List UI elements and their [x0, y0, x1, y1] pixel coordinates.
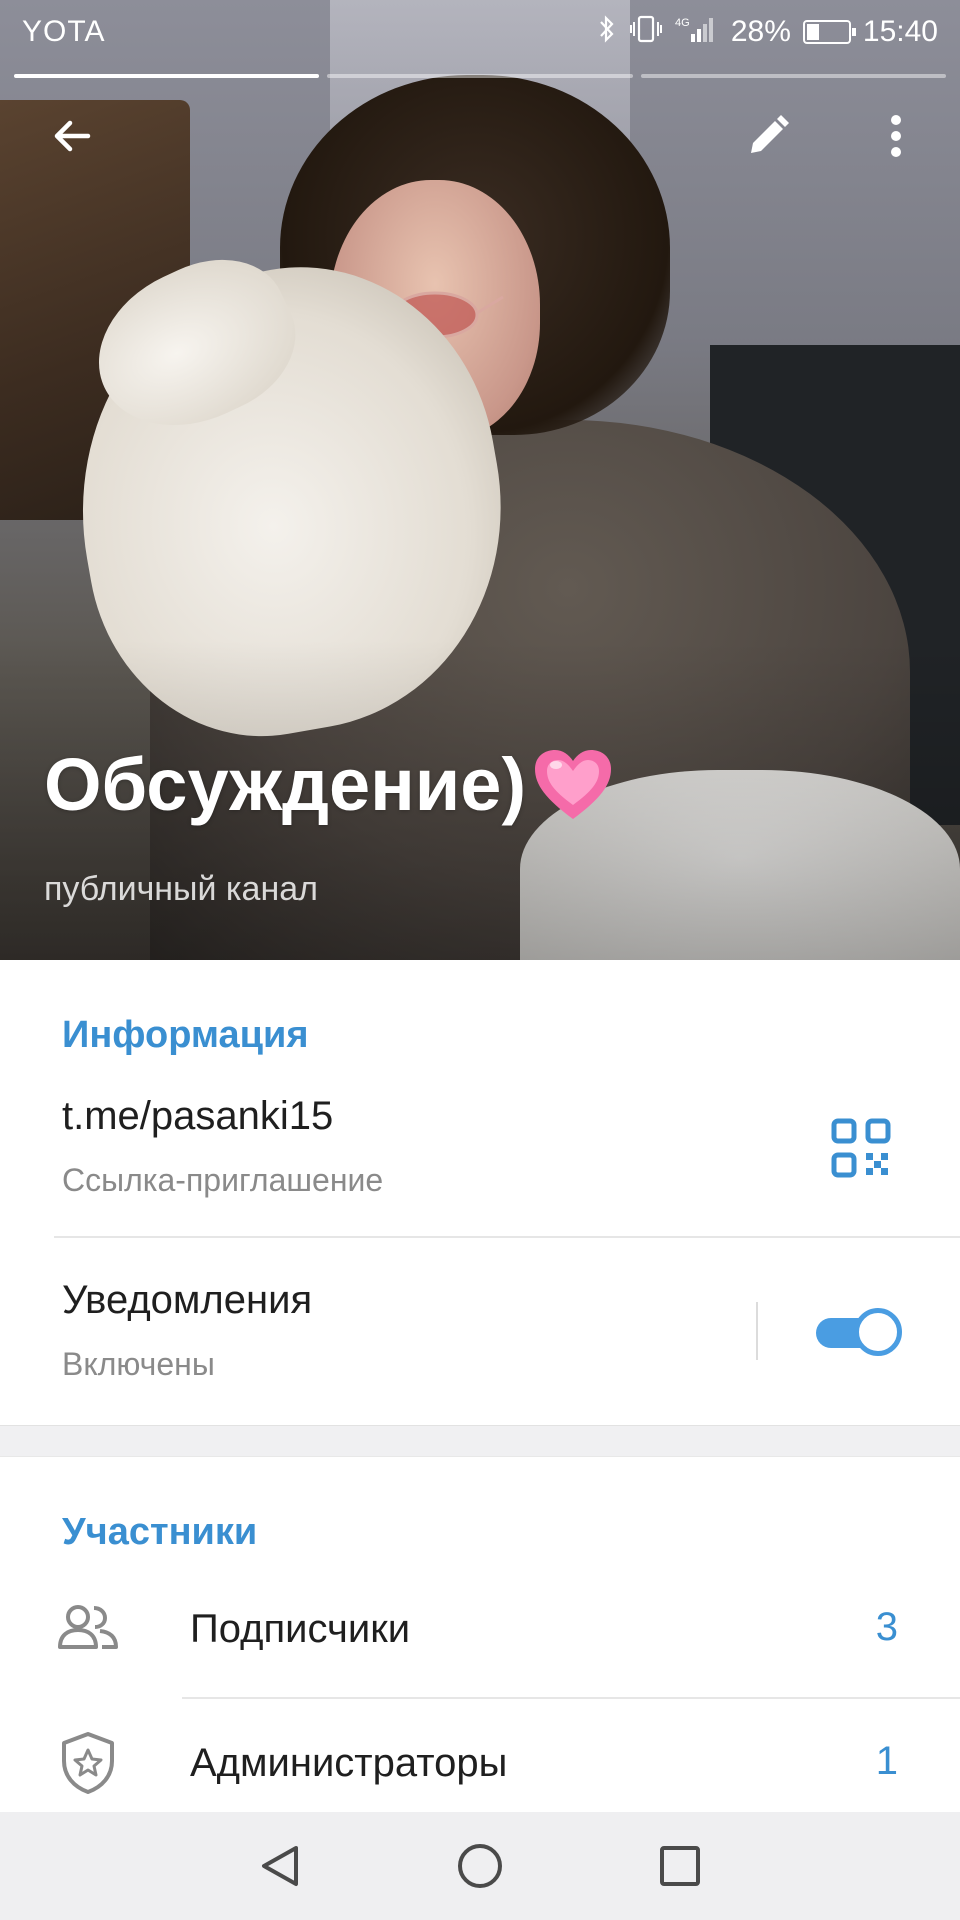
story-segment — [640, 74, 946, 78]
info-section: Информация t.me/pasanki15 Ссылка-приглаш… — [0, 960, 960, 1425]
channel-subtitle: публичный канал — [44, 870, 318, 908]
channel-cover-photo[interactable]: YOTA 4G 28% 15:40 Обсуждение) публичный … — [0, 0, 960, 960]
clock: 15:40 — [862, 15, 938, 48]
system-nav-bar — [0, 1812, 960, 1920]
users-icon — [58, 1605, 118, 1649]
more-options-button[interactable] — [860, 100, 932, 172]
qr-code-icon[interactable] — [830, 1117, 892, 1179]
carrier-label: YOTA — [22, 15, 106, 48]
divider — [182, 1697, 960, 1699]
section-separator — [0, 1425, 960, 1457]
back-button[interactable] — [36, 100, 108, 172]
subscribers-row[interactable]: Подписчики 3 — [0, 1569, 960, 1689]
square-recents-icon — [660, 1846, 700, 1886]
channel-title-text: Обсуждение) — [44, 743, 527, 826]
invite-link-caption: Ссылка-приглашение — [62, 1162, 384, 1198]
pencil-icon — [751, 115, 789, 153]
pink-heart-emoji — [535, 749, 612, 819]
nav-recents-button[interactable] — [650, 1836, 710, 1896]
story-segment — [327, 74, 633, 78]
invite-link[interactable]: t.me/pasanki15 — [62, 1094, 333, 1139]
info-section-title: Информация — [62, 1014, 309, 1056]
subscribers-count: 3 — [875, 1605, 898, 1649]
bluetooth-icon — [597, 14, 617, 51]
triangle-back-icon — [262, 1846, 298, 1886]
network-type: 4G — [675, 17, 690, 29]
signal-icon: 4G — [675, 14, 719, 51]
members-section: Участники Подписчики 3 Администраторы 1 — [0, 1457, 960, 1812]
vertical-divider — [756, 1302, 758, 1360]
arrow-left-icon — [54, 120, 91, 152]
status-bar: YOTA 4G 28% 15:40 — [0, 0, 960, 64]
notifications-state: Включены — [62, 1346, 215, 1382]
administrators-count: 1 — [875, 1739, 898, 1783]
nav-home-button[interactable] — [450, 1836, 510, 1896]
subscribers-label: Подписчики — [190, 1607, 411, 1651]
circle-home-icon — [458, 1844, 502, 1888]
edit-button[interactable] — [732, 100, 804, 172]
more-vertical-icon — [891, 115, 901, 157]
nav-back-button[interactable] — [250, 1836, 310, 1896]
notifications-toggle[interactable] — [812, 1306, 904, 1358]
administrators-label: Администраторы — [190, 1741, 508, 1785]
action-bar — [0, 100, 960, 180]
notifications-label: Уведомления — [62, 1278, 313, 1322]
channel-title: Обсуждение) — [44, 742, 614, 827]
administrators-row[interactable]: Администраторы 1 — [0, 1703, 960, 1823]
shield-star-icon — [62, 1732, 114, 1794]
story-progress — [14, 74, 946, 79]
members-section-title: Участники — [62, 1511, 258, 1553]
story-segment — [14, 74, 320, 78]
battery-percent: 28% — [730, 15, 791, 48]
divider — [54, 1236, 960, 1238]
toggle-knob — [854, 1308, 902, 1356]
vibrate-icon — [629, 14, 663, 51]
battery-icon — [802, 20, 856, 44]
